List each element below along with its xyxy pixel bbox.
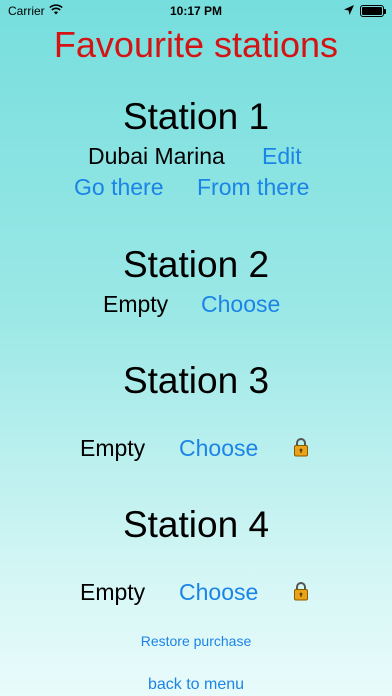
status-time: 10:17 PM — [169, 4, 223, 18]
station-1-go-there-button[interactable]: Go there — [74, 174, 164, 201]
padlock-icon — [294, 438, 308, 457]
station-4-choose-button[interactable]: Choose — [179, 579, 258, 606]
station-1-edit-button[interactable]: Edit — [262, 143, 302, 170]
page-title: Favourite stations — [53, 24, 339, 65]
station-1-actions-row: Go there From there — [0, 174, 392, 202]
padlock-icon — [294, 582, 308, 601]
station-4-name: Empty — [80, 579, 146, 605]
battery-icon — [360, 5, 386, 17]
station-1-heading: Station 1 — [122, 96, 270, 137]
station-1-from-there-button[interactable]: From there — [197, 174, 309, 201]
station-3-choose-button[interactable]: Choose — [179, 435, 258, 462]
station-3-name: Empty — [80, 435, 146, 461]
status-bar: Carrier 10:17 PM — [0, 0, 392, 22]
station-2-row: Empty Choose — [0, 291, 392, 319]
location-arrow-icon — [344, 4, 354, 18]
station-2-name: Empty — [103, 291, 169, 317]
station-3-heading: Station 3 — [122, 360, 270, 401]
back-to-menu-button[interactable]: back to menu — [0, 676, 392, 694]
restore-purchase-button[interactable]: Restore purchase — [0, 633, 392, 649]
battery-fill — [362, 7, 382, 15]
station-1-name-row: Dubai Marina Edit — [0, 143, 392, 171]
station-1-name: Dubai Marina — [88, 143, 225, 169]
station-3-row: Empty Choose — [0, 435, 392, 463]
station-2-choose-button[interactable]: Choose — [201, 291, 280, 318]
status-right — [344, 4, 386, 18]
station-2-heading: Station 2 — [122, 244, 270, 285]
station-4-row: Empty Choose — [0, 579, 392, 607]
station-4-heading: Station 4 — [122, 504, 270, 545]
